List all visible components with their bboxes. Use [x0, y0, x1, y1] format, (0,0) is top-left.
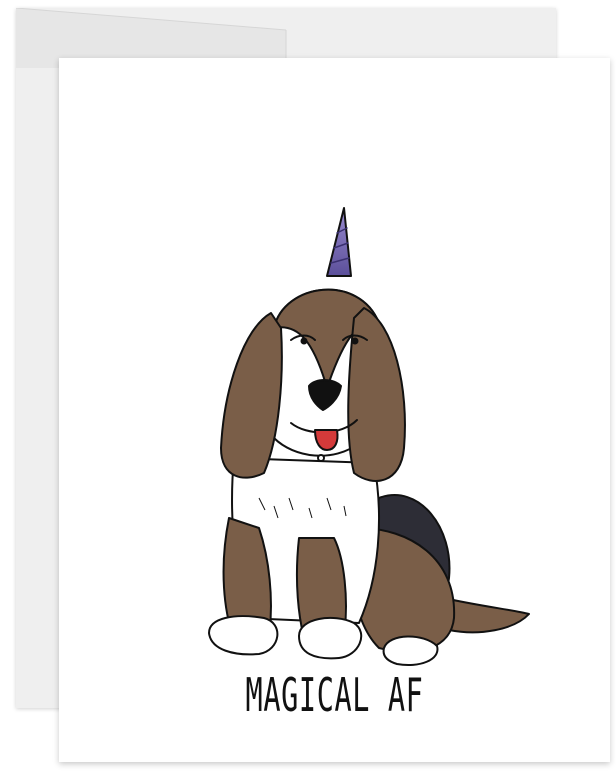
greeting-card: MAGICAL AF: [59, 58, 610, 762]
basset-hound-unicorn-illustration: [208, 207, 530, 666]
card-caption: MAGICAL AF: [245, 668, 424, 722]
